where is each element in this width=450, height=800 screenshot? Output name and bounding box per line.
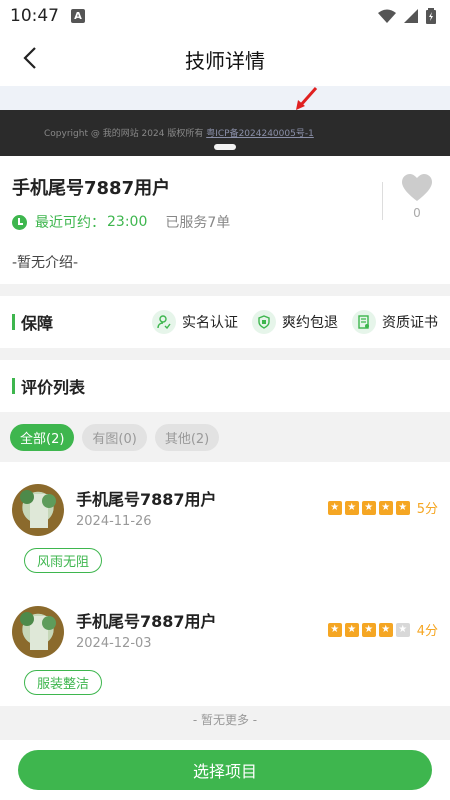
- title-accent-bar: [12, 378, 15, 394]
- technician-intro: -暂无介绍-: [12, 255, 79, 271]
- star-icon: ★: [361, 500, 376, 515]
- title-accent-bar: [12, 314, 15, 330]
- star-icon: ★: [327, 622, 342, 637]
- review-item: 手机尾号7887用户 2024-11-26 ★ ★ ★ ★ ★ 5分 风雨无阻: [0, 462, 450, 584]
- no-more-text: - 暂无更多 -: [0, 706, 450, 734]
- carousel-indicator: [214, 144, 236, 150]
- star-icon: ★: [395, 622, 410, 637]
- reviewer-name: 手机尾号7887用户: [76, 490, 217, 509]
- banner: Copyright @ 我的网站 2024 版权所有 粤ICP备20242400…: [0, 86, 450, 156]
- guarantee-real-name: 实名认证: [152, 310, 238, 334]
- star-icon: ★: [361, 622, 376, 637]
- rating-stars: ★ ★ ★ ★ ★ 4分: [327, 620, 438, 639]
- technician-profile: 手机尾号7887用户 最近可约： 23:00 已服务7单 -暂无介绍- 0: [0, 156, 450, 284]
- guarantee-section: 保障 实名认证 爽约包退 资质证书: [0, 296, 450, 348]
- certificate-icon: [352, 310, 376, 334]
- review-date: 2024-12-03: [76, 636, 152, 651]
- star-icon: ★: [327, 500, 342, 515]
- back-button[interactable]: [14, 42, 46, 74]
- guarantee-title: 保障: [12, 310, 53, 334]
- rating-score: 5分: [416, 502, 438, 517]
- banner-footer-strip: Copyright @ 我的网站 2024 版权所有 粤ICP备20242400…: [0, 110, 450, 156]
- guarantee-title-text: 保障: [21, 314, 54, 333]
- favorite-button[interactable]: 0: [402, 174, 432, 220]
- star-icon: ★: [344, 500, 359, 515]
- header: 技师详情: [0, 32, 450, 86]
- bottom-bar: 选择项目: [0, 740, 450, 800]
- avatar: [12, 484, 64, 536]
- filter-other[interactable]: 其他(2): [154, 423, 220, 451]
- banner-icp-link[interactable]: 粤ICP备2024240005号-1: [206, 129, 314, 139]
- technician-name: 手机尾号7887用户: [12, 178, 171, 199]
- heart-icon: [402, 174, 432, 201]
- status-bar: 10:47 A: [0, 0, 450, 32]
- reviews-title: 评价列表: [12, 374, 85, 398]
- wifi-icon: [378, 9, 396, 23]
- signal-icon: [404, 9, 418, 23]
- star-icon: ★: [395, 500, 410, 515]
- review-filters: 全部(2) 有图(0) 其他(2): [0, 412, 450, 462]
- reviews-header: 评价列表: [0, 360, 450, 412]
- rating-score: 4分: [416, 624, 438, 639]
- guarantee-label: 爽约包退: [282, 315, 338, 331]
- guarantee-label: 资质证书: [382, 315, 438, 331]
- availability-row: 最近可约： 23:00 已服务7单: [12, 212, 438, 232]
- guarantee-refund: 爽约包退: [252, 310, 338, 334]
- filter-all[interactable]: 全部(2): [10, 423, 75, 451]
- review-tag: 服装整洁: [24, 670, 103, 695]
- served-count: 已服务7单: [165, 215, 231, 231]
- filter-with-images[interactable]: 有图(0): [82, 423, 147, 451]
- back-arrow-icon: [23, 47, 36, 69]
- shield-icon: [252, 310, 276, 334]
- review-date: 2024-11-26: [76, 514, 152, 529]
- status-time: 10:47: [10, 6, 59, 26]
- red-arrow-icon: [296, 87, 318, 110]
- availability-label: 最近可约：: [35, 215, 105, 231]
- battery-icon: [426, 8, 436, 24]
- banner-copyright: Copyright @ 我的网站 2024 版权所有 粤ICP备20242400…: [44, 126, 314, 139]
- person-check-icon: [152, 310, 176, 334]
- reviewer-name: 手机尾号7887用户: [76, 612, 217, 631]
- avatar: [12, 606, 64, 658]
- notification-a-icon: A: [71, 9, 85, 23]
- favorite-count: 0: [413, 206, 421, 220]
- star-icon: ★: [378, 622, 393, 637]
- star-icon: ★: [378, 500, 393, 515]
- clock-icon: [12, 214, 27, 230]
- rating-stars: ★ ★ ★ ★ ★ 5分: [327, 498, 438, 517]
- divider: [382, 182, 383, 220]
- page-title: 技师详情: [185, 48, 265, 73]
- star-icon: ★: [344, 622, 359, 637]
- reviews-title-text: 评价列表: [21, 378, 86, 397]
- availability-time: 23:00: [107, 214, 148, 230]
- select-project-button[interactable]: 选择项目: [18, 750, 432, 790]
- guarantee-label: 实名认证: [182, 315, 238, 331]
- banner-copyright-text: Copyright @ 我的网站 2024 版权所有: [44, 129, 204, 139]
- review-item: 手机尾号7887用户 2024-12-03 ★ ★ ★ ★ ★ 4分 服装整洁: [0, 584, 450, 706]
- guarantee-certificate: 资质证书: [352, 310, 438, 334]
- review-tag: 风雨无阻: [24, 548, 103, 573]
